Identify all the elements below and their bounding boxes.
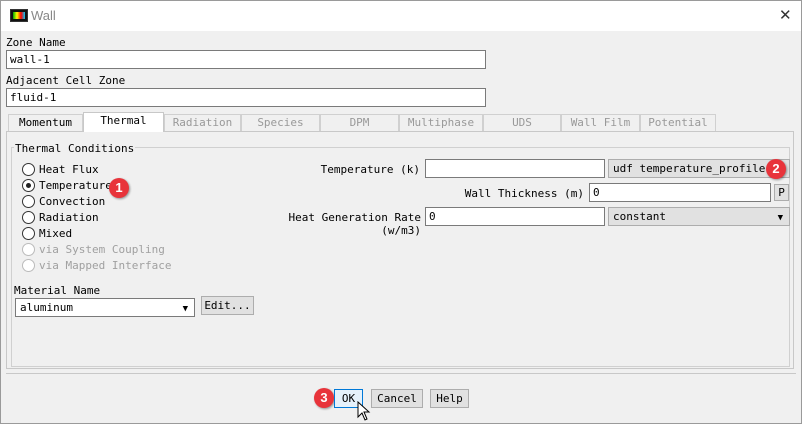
thermal-conditions-label: Thermal Conditions [14, 142, 136, 155]
tab-radiation[interactable]: Radiation [164, 114, 241, 131]
chevron-down-icon: ▼ [777, 213, 783, 223]
temperature-profile-select[interactable]: udf temperature_profile [608, 159, 790, 178]
tab-thermal[interactable]: Thermal [83, 112, 164, 132]
temperature-label: Temperature (k) [320, 163, 420, 176]
cancel-button[interactable]: Cancel [371, 389, 423, 408]
radio-temperature[interactable] [22, 179, 35, 192]
radio-label: via Mapped Interface [39, 259, 172, 272]
radio-label: via System Coupling [39, 243, 165, 256]
radio-convection[interactable] [22, 195, 35, 208]
radio-radiation[interactable] [22, 211, 35, 224]
mouse-cursor-icon [357, 401, 371, 421]
chevron-down-icon: ▼ [182, 304, 188, 314]
tab-uds[interactable]: UDS [483, 114, 561, 131]
adjacent-cell-zone-input[interactable]: fluid-1 [6, 88, 486, 107]
wall-thickness-label: Wall Thickness (m) [464, 187, 584, 200]
radio-label: Heat Flux [39, 163, 99, 176]
adjacent-cell-zone-label: Adjacent Cell Zone [6, 74, 126, 87]
tab-potential[interactable]: Potential [640, 114, 716, 131]
heat-generation-input[interactable]: 0 [425, 207, 605, 226]
radio-label: Convection [39, 195, 106, 208]
step-badge-3: 3 [314, 388, 334, 408]
radio-mixed[interactable] [22, 227, 35, 240]
divider [6, 373, 796, 374]
material-name-label: Material Name [14, 284, 101, 297]
step-badge-2: 2 [766, 159, 786, 179]
edit-material-button[interactable]: Edit... [201, 296, 254, 315]
tab-dpm[interactable]: DPM [320, 114, 399, 131]
app-icon [10, 9, 28, 22]
wall-thickness-input[interactable]: 0 [589, 183, 771, 202]
select-value: aluminum [20, 301, 73, 314]
title-bar [1, 1, 801, 31]
radio-label: Mixed [39, 227, 73, 240]
tab-species[interactable]: Species [241, 114, 320, 131]
step-badge-1: 1 [109, 178, 129, 198]
close-icon[interactable]: ✕ [779, 6, 792, 24]
tab-wall-film[interactable]: Wall Film [561, 114, 640, 131]
material-select[interactable]: aluminum ▼ [15, 298, 195, 317]
radio-system-coupling[interactable] [22, 243, 35, 256]
radio-mapped-interface[interactable] [22, 259, 35, 272]
zone-name-label: Zone Name [6, 36, 66, 49]
parameter-button[interactable]: P [774, 184, 789, 201]
window-title: Wall [31, 8, 56, 23]
help-button[interactable]: Help [430, 389, 469, 408]
radio-label: Temperature [39, 179, 112, 192]
tab-momentum[interactable]: Momentum [8, 114, 83, 131]
tab-multiphase[interactable]: Multiphase [399, 114, 483, 131]
heat-generation-method-select[interactable]: constant ▼ [608, 207, 790, 226]
heat-generation-label: Heat Generation Rate (w/m3) [288, 211, 421, 237]
radio-heat-flux[interactable] [22, 163, 35, 176]
radio-label: Radiation [39, 211, 99, 224]
zone-name-input[interactable]: wall-1 [6, 50, 486, 69]
select-value: constant [613, 210, 666, 223]
thermal-conditions-group [11, 147, 790, 367]
temperature-input[interactable] [425, 159, 605, 178]
